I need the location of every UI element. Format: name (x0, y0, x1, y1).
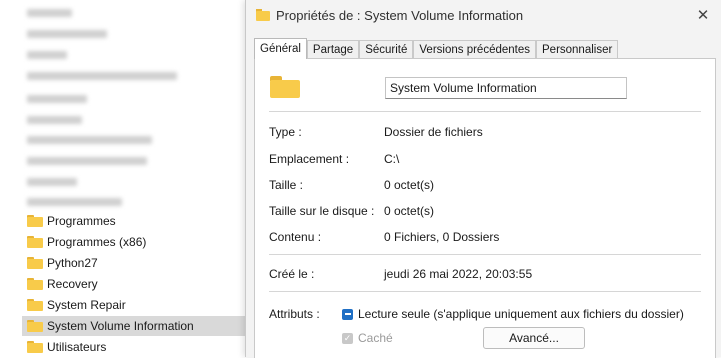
list-item-label: Programmes (47, 214, 116, 228)
close-icon: ✕ (696, 7, 710, 24)
list-item-label: Python27 (47, 256, 98, 270)
list-item[interactable]: Programmes (22, 211, 248, 231)
list-item-label: Utilisateurs (47, 340, 107, 354)
folder-icon (27, 320, 43, 332)
size-label: Taille : (269, 178, 304, 192)
list-item[interactable]: Recovery (22, 274, 248, 294)
folder-icon (27, 278, 43, 290)
contents-value: 0 Fichiers, 0 Dossiers (384, 230, 500, 244)
readonly-checkbox-row[interactable]: Lecture seule (s'applique uniquement aux… (342, 307, 684, 321)
location-label: Emplacement : (269, 152, 350, 166)
list-item[interactable]: Python27 (22, 253, 248, 273)
list-item[interactable]: Programmes (x86) (22, 232, 248, 252)
attributes-label: Attributs : (269, 307, 320, 321)
hidden-checkbox[interactable] (342, 332, 353, 344)
folder-icon (27, 341, 43, 353)
folder-icon (27, 299, 43, 311)
explorer-list: Programmes Programmes (x86) Python27 Rec… (0, 0, 248, 357)
tab-security[interactable]: Sécurité (359, 40, 414, 59)
folder-icon (256, 9, 270, 21)
folder-icon (27, 215, 43, 227)
divider (269, 291, 701, 292)
divider (269, 254, 701, 255)
tab-previous-versions[interactable]: Versions précédentes (413, 40, 536, 59)
redacted-row (27, 178, 77, 186)
tab-general[interactable]: Général (254, 38, 307, 59)
redacted-row (27, 116, 82, 124)
title-bar[interactable]: Propriétés de : System Volume Informatio… (246, 0, 721, 32)
type-label: Type : (269, 125, 302, 139)
tab-sharing[interactable]: Partage (306, 40, 360, 59)
dialog-title: Propriétés de : System Volume Informatio… (276, 8, 524, 23)
folder-icon (27, 257, 43, 269)
folder-icon (27, 236, 43, 248)
list-item[interactable]: Utilisateurs (22, 337, 248, 357)
folder-icon (270, 76, 300, 98)
size-value: 0 octet(s) (384, 178, 435, 192)
folder-name-input[interactable]: System Volume Information (385, 77, 627, 99)
redacted-row (27, 198, 122, 206)
list-item[interactable]: System Repair (22, 295, 248, 315)
list-item-label: System Volume Information (47, 319, 194, 333)
hidden-checkbox-row[interactable]: Caché (342, 331, 393, 345)
list-item-label: System Repair (47, 298, 126, 312)
redacted-row (27, 9, 72, 17)
type-value: Dossier de fichiers (384, 125, 483, 139)
contents-label: Contenu : (269, 230, 322, 244)
tab-strip: Général Partage Sécurité Versions précéd… (254, 38, 619, 59)
properties-dialog: Propriétés de : System Volume Informatio… (245, 0, 721, 358)
redacted-row (27, 95, 87, 103)
list-item-label: Recovery (47, 277, 98, 291)
readonly-checkbox[interactable] (342, 308, 353, 320)
created-value: jeudi 26 mai 2022, 20:03:55 (384, 267, 533, 281)
size-on-disk-value: 0 octet(s) (384, 204, 435, 218)
hidden-label: Caché (358, 331, 393, 345)
size-on-disk-label: Taille sur le disque : (269, 204, 375, 218)
advanced-button[interactable]: Avancé... (483, 327, 585, 349)
redacted-row (27, 136, 152, 144)
redacted-row (27, 72, 177, 80)
divider (269, 111, 701, 112)
general-panel: System Volume Information Type : Dossier… (254, 58, 716, 358)
readonly-label: Lecture seule (s'applique uniquement aux… (358, 307, 684, 321)
redacted-row (27, 157, 147, 165)
location-value: C:\ (384, 152, 400, 166)
list-item-label: Programmes (x86) (47, 235, 147, 249)
close-button[interactable]: ✕ (690, 4, 716, 26)
redacted-row (27, 51, 67, 59)
tab-customize[interactable]: Personnaliser (536, 40, 619, 59)
created-label: Créé le : (269, 267, 315, 281)
redacted-row (27, 30, 107, 38)
list-item-selected[interactable]: System Volume Information (22, 316, 248, 336)
